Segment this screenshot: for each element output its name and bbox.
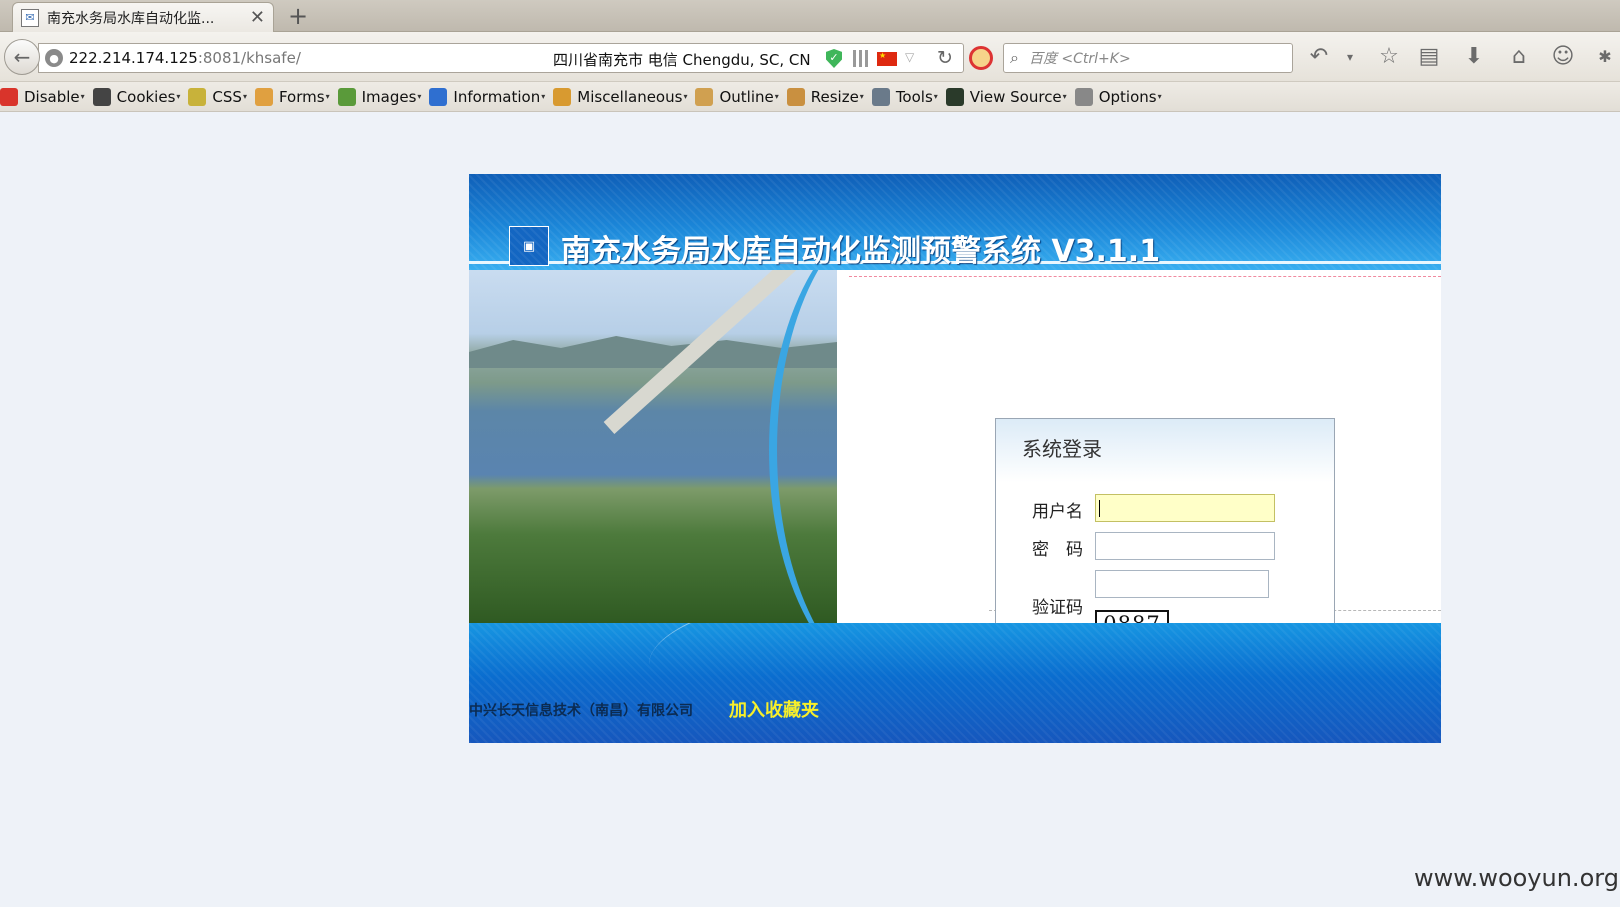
system-title: 南充水务局水库自动化监测预警系统 V3.1.1 xyxy=(561,234,1161,269)
view-source-icon xyxy=(945,87,964,106)
bookmarks-list-icon[interactable]: ▤ xyxy=(1416,44,1442,69)
china-flag-icon[interactable]: ★ xyxy=(877,52,897,66)
devbar-item-outline[interactable]: Outline ▾ xyxy=(695,87,779,106)
dropdown-arrow-icon: ▾ xyxy=(859,92,864,101)
devbar-item-label: Forms xyxy=(278,87,325,106)
disable-icon xyxy=(0,87,18,106)
devbar-item-cookies[interactable]: Cookies ▾ xyxy=(92,87,181,106)
chat-icon[interactable]: ☺ xyxy=(1550,44,1576,69)
devbar-item-label: Tools xyxy=(895,87,933,106)
web-developer-toolbar: Disable ▾ Cookies ▾ CSS ▾ Forms ▾ Images ▾ Informa… xyxy=(0,82,1620,112)
username-input[interactable] xyxy=(1095,494,1275,522)
search-bar[interactable]: ⌕ 百度 <Ctrl+K> xyxy=(1003,43,1293,73)
devbar-item-images[interactable]: Images ▾ xyxy=(337,87,422,106)
dropdown-arrow-icon: ▾ xyxy=(774,92,779,101)
tab-title: 南充水务局水库自动化监... xyxy=(47,10,215,27)
options-icon xyxy=(1074,87,1093,106)
devbar-item-label: Options xyxy=(1098,87,1157,106)
dropdown-arrow-icon: ▾ xyxy=(1062,92,1067,101)
url-bar[interactable]: ● 222.214.174.125:8081/khsafe/ 四川省南充市 电信… xyxy=(38,43,964,73)
captcha-input[interactable] xyxy=(1095,570,1269,598)
tools-icon xyxy=(871,87,890,106)
dropdown-arrow-icon: ▾ xyxy=(541,92,546,101)
devbar-item-options[interactable]: Options ▾ xyxy=(1074,87,1162,106)
devbar-item-label: Resize xyxy=(810,87,859,106)
devbar-item-forms[interactable]: Forms ▾ xyxy=(254,87,330,106)
dropdown-arrow-icon: ▾ xyxy=(80,92,85,101)
globe-icon: ● xyxy=(45,49,63,67)
devbar-item-information[interactable]: Information ▾ xyxy=(429,87,546,106)
company-name: 中兴长天信息技术（南昌）有限公司 xyxy=(469,703,693,719)
devbar-item-label: Information xyxy=(453,87,541,106)
dropdown-arrow-icon[interactable]: ▽ xyxy=(905,50,914,64)
bookmark-star-icon[interactable]: ☆ xyxy=(1376,44,1402,69)
navigation-bar: ● 222.214.174.125:8081/khsafe/ 四川省南充市 电信… xyxy=(0,32,1620,82)
devbar-item-resize[interactable]: Resize ▾ xyxy=(786,87,864,106)
forms-icon xyxy=(254,87,273,106)
miscellaneous-icon xyxy=(553,87,572,106)
dropdown-arrow-icon: ▾ xyxy=(242,92,247,101)
reload-icon[interactable]: ↻ xyxy=(937,47,953,69)
close-tab-icon[interactable]: ✕ xyxy=(250,7,265,28)
logo-icon: ▣ xyxy=(509,226,549,266)
username-label: 用户名 xyxy=(1032,502,1083,522)
devbar-item-label: Miscellaneous xyxy=(577,87,683,106)
watermark: www.wooyun.org xyxy=(1414,864,1619,892)
information-icon xyxy=(429,87,448,106)
search-icon: ⌕ xyxy=(1010,48,1019,67)
browser-tab[interactable]: ✉ 南充水务局水库自动化监... ✕ xyxy=(12,2,274,32)
noscript-icon[interactable] xyxy=(969,46,993,70)
undo-icon[interactable]: ↶ xyxy=(1306,44,1332,69)
dropdown-arrow-icon: ▾ xyxy=(417,92,422,101)
devbar-item-label: CSS xyxy=(212,87,242,106)
qr-code-icon[interactable] xyxy=(853,50,870,67)
back-button[interactable]: ← xyxy=(4,39,40,75)
url-text: 222.214.174.125:8081/khsafe/ xyxy=(69,49,301,67)
resize-icon xyxy=(786,87,805,106)
add-favorite-link[interactable]: 加入收藏夹 xyxy=(729,696,819,722)
download-icon[interactable]: ⬇ xyxy=(1461,44,1487,69)
dropdown-arrow-icon: ▾ xyxy=(933,92,938,101)
url-path: :8081/khsafe/ xyxy=(197,49,301,67)
search-placeholder: 百度 <Ctrl+K> xyxy=(1028,51,1131,67)
back-arrow-icon: ← xyxy=(13,45,31,69)
password-input[interactable] xyxy=(1095,532,1275,560)
banner-underline xyxy=(469,261,1441,264)
tab-strip: ✉ 南充水务局水库自动化监... ✕ + xyxy=(0,0,1620,32)
css-icon xyxy=(188,87,207,106)
devbar-item-view-source[interactable]: View Source ▾ xyxy=(945,87,1067,106)
devbar-item-label: Outline xyxy=(719,87,774,106)
decorative-curve xyxy=(769,270,1029,623)
outline-icon xyxy=(695,87,714,106)
page-favicon-icon: ✉ xyxy=(21,8,39,27)
devbar-item-tools[interactable]: Tools ▾ xyxy=(871,87,938,106)
devbar-item-css[interactable]: CSS ▾ xyxy=(188,87,247,106)
home-icon[interactable]: ⌂ xyxy=(1506,44,1532,69)
dropdown-arrow-icon: ▾ xyxy=(683,92,688,101)
password-label: 密 码 xyxy=(1032,540,1083,560)
url-host: 222.214.174.125 xyxy=(69,49,198,67)
bug-icon[interactable]: ✱ xyxy=(1592,47,1618,66)
dropdown-arrow-icon: ▾ xyxy=(325,92,330,101)
captcha-label: 验证码 xyxy=(1032,598,1083,618)
dropdown-arrow-icon: ▾ xyxy=(1157,92,1162,101)
shield-check-icon[interactable]: ✓ xyxy=(826,49,842,68)
devbar-item-miscellaneous[interactable]: Miscellaneous ▾ xyxy=(553,87,688,106)
dropdown-arrow-icon: ▾ xyxy=(176,92,181,101)
system-header-banner: ▣ 南充水务局水库自动化监测预警系统 V3.1.1 xyxy=(469,174,1441,270)
devbar-item-label: View Source xyxy=(969,87,1062,106)
devbar-item-label: Disable xyxy=(24,87,80,106)
devbar-item-disable[interactable]: Disable ▾ xyxy=(0,87,85,106)
devbar-item-label: Images xyxy=(361,87,417,106)
new-tab-button[interactable]: + xyxy=(288,2,308,30)
page-footer: 中兴长天信息技术（南昌）有限公司 加入收藏夹 xyxy=(469,623,1441,743)
divider-top xyxy=(849,276,1441,277)
cookies-icon xyxy=(92,87,111,106)
login-heading: 系统登录 xyxy=(1022,437,1102,461)
undo-menu-icon[interactable]: ▾ xyxy=(1337,50,1363,64)
ip-location-text: 四川省南充市 电信 Chengdu, SC, CN xyxy=(553,51,811,69)
devbar-item-label: Cookies xyxy=(116,87,176,106)
images-icon xyxy=(337,87,356,106)
